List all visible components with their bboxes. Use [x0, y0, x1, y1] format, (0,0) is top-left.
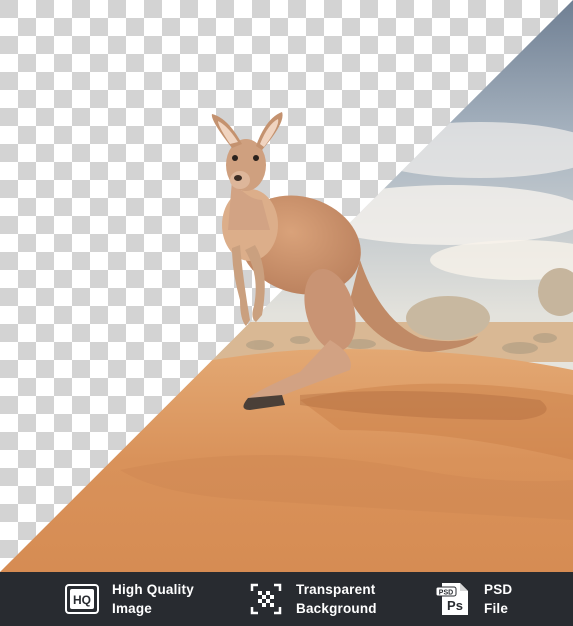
feature-high-quality: HQ High Quality Image [62, 572, 194, 626]
hq-icon: HQ [62, 579, 102, 619]
psd-badge-main-text: Ps [447, 598, 463, 613]
feature-transparent-line2: Background [296, 601, 377, 616]
hq-badge-text: HQ [73, 593, 91, 607]
feature-bar: HQ High Quality Image Transparent Backgr… [0, 572, 573, 626]
kangaroo-illustration [0, 0, 573, 572]
feature-transparent-background: Transparent Background [246, 572, 377, 626]
feature-psd-file: PSD Ps PSD File [434, 572, 512, 626]
feature-psd-line1: PSD [484, 582, 513, 597]
feature-psd-line2: File [484, 601, 509, 616]
transparent-background-icon [246, 579, 286, 619]
psd-badge-top-text: PSD [439, 590, 453, 597]
feature-high-quality-line2: Image [112, 601, 153, 616]
feature-transparent-line1: Transparent [296, 582, 376, 597]
psd-file-icon: PSD Ps [434, 579, 474, 619]
preview-image [0, 0, 573, 572]
feature-high-quality-line1: High Quality [112, 582, 194, 597]
